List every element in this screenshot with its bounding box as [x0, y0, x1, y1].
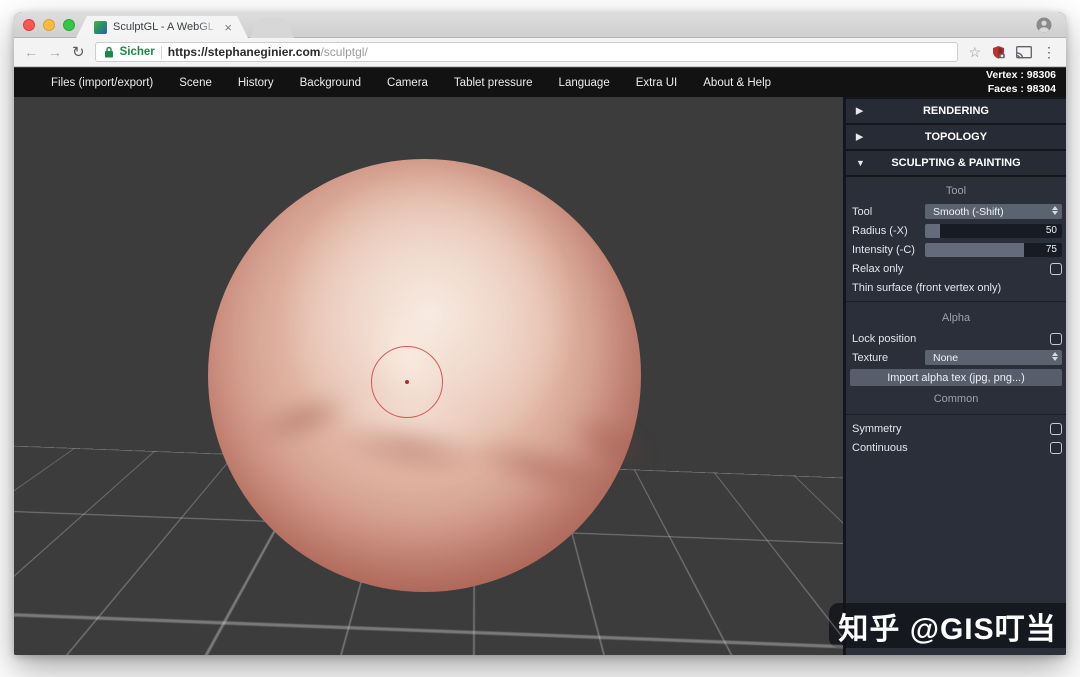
texture-label: Texture [852, 351, 889, 364]
symmetry-checkbox[interactable] [1050, 422, 1062, 435]
intensity-slider[interactable]: 75 [925, 242, 1062, 257]
continuous-row: Continuous [846, 438, 1066, 457]
sculptgl-favicon-icon [94, 21, 107, 34]
back-button[interactable]: ← [24, 45, 38, 59]
address-bar[interactable]: Sicher https://stephaneginier.com/sculpt… [94, 42, 959, 62]
relax-only-checkbox[interactable] [1050, 262, 1062, 275]
minimize-window-button[interactable] [43, 19, 55, 31]
stepper-icon [1052, 206, 1058, 215]
menu-tablet-pressure[interactable]: Tablet pressure [441, 77, 546, 89]
browser-tab[interactable]: SculptGL - A WebGL sculpting × [76, 16, 248, 38]
tab-title: SculptGL - A WebGL sculpting [113, 21, 214, 33]
cast-icon[interactable] [1016, 45, 1032, 59]
menu-extra-ui[interactable]: Extra UI [623, 77, 691, 89]
bookmark-star-icon[interactable]: ☆ [968, 45, 981, 59]
fullscreen-window-button[interactable] [63, 19, 75, 31]
forward-button[interactable]: → [48, 45, 62, 59]
titlebar: SculptGL - A WebGL sculpting × [14, 12, 1066, 38]
tool-row: Tool Smooth (-Shift) [846, 202, 1066, 221]
radius-row: Radius (-X) 50 [846, 221, 1066, 240]
lock-position-checkbox[interactable] [1050, 332, 1062, 345]
panel-topology[interactable]: ▶ TOPOLOGY [846, 125, 1066, 149]
menu-background[interactable]: Background [287, 77, 374, 89]
close-window-button[interactable] [23, 19, 35, 31]
continuous-label: Continuous [852, 441, 908, 454]
url-host: https://stephaneginier.com [167, 45, 321, 59]
panel-rendering[interactable]: ▶ RENDERING [846, 99, 1066, 123]
thin-surface-label: Thin surface (front vertex only) [852, 281, 1002, 294]
panel-rendering-label: RENDERING [922, 105, 989, 117]
omnibox-divider [160, 45, 162, 59]
new-tab-button[interactable] [250, 18, 294, 38]
faces-count: Faces : 98304 [987, 82, 1056, 95]
texture-row: Texture None [846, 348, 1066, 367]
common-section-header: Common [933, 392, 979, 405]
symmetry-row: Symmetry [846, 419, 1066, 438]
collapse-arrow-icon: ▶ [856, 105, 863, 116]
mesh-stats: Vertex : 98306 Faces : 98304 [986, 69, 1056, 96]
texture-select[interactable]: None [925, 350, 1062, 365]
vertex-count: Vertex : 98306 [985, 69, 1056, 81]
relax-only-row: Relax only [846, 259, 1066, 278]
stepper-icon [1052, 352, 1058, 361]
app-content: ▶ RENDERING ▶ TOPOLOGY ▼ SCULPTING & PAI… [14, 97, 1066, 655]
section-divider [846, 301, 1066, 302]
lock-position-row: Lock position [846, 329, 1066, 348]
tool-section-header: Tool [945, 184, 967, 197]
menu-language[interactable]: Language [546, 77, 623, 89]
collapse-arrow-icon: ▶ [856, 131, 863, 142]
url-text: https://stephaneginier.com/sculptgl/ [168, 45, 368, 59]
reload-button[interactable]: ↻ [72, 45, 85, 60]
radius-slider[interactable]: 50 [925, 223, 1062, 238]
menu-about-help[interactable]: About & Help [690, 77, 784, 89]
radius-label: Radius (-X) [852, 224, 908, 237]
browser-menu-icon[interactable]: ⋮ [1042, 44, 1056, 61]
tool-select-value: Smooth (-Shift) [933, 205, 1004, 218]
traffic-lights [23, 19, 75, 31]
intensity-slider-fill [925, 242, 1024, 257]
panel-topology-label: TOPOLOGY [924, 131, 988, 143]
app-menubar: Files (import/export) Scene History Back… [14, 68, 1066, 97]
section-divider [846, 414, 1066, 415]
radius-value: 50 [1045, 225, 1057, 236]
extension-shield-icon[interactable] [991, 45, 1006, 60]
menu-history[interactable]: History [225, 77, 287, 89]
intensity-label: Intensity (-C) [852, 243, 915, 256]
relax-only-label: Relax only [852, 262, 904, 275]
url-path: /sculptgl/ [320, 45, 368, 59]
profile-icon[interactable] [1036, 17, 1052, 33]
viewport-3d[interactable] [14, 97, 843, 655]
menu-scene[interactable]: Scene [166, 77, 225, 89]
intensity-value: 75 [1045, 244, 1057, 255]
menu-files[interactable]: Files (import/export) [38, 77, 166, 89]
expand-arrow-icon: ▼ [856, 158, 865, 168]
intensity-row: Intensity (-C) 75 [846, 240, 1066, 259]
symmetry-label: Symmetry [852, 422, 902, 435]
lock-position-label: Lock position [852, 332, 917, 345]
texture-select-value: None [933, 351, 959, 364]
sculptgl-app: Files (import/export) Scene History Back… [14, 68, 1066, 655]
browser-toolbar: ← → ↻ Sicher https://stephaneginier.com/… [14, 38, 1066, 67]
tool-label: Tool [852, 205, 873, 218]
alpha-section-header: Alpha [941, 311, 971, 324]
tool-select[interactable]: Smooth (-Shift) [925, 204, 1062, 219]
watermark: 知乎 @GIS叮当 [829, 603, 1066, 648]
panel-sculpting-painting[interactable]: ▼ SCULPTING & PAINTING [846, 151, 1066, 175]
secure-lock-icon [104, 46, 114, 58]
import-alpha-button[interactable]: Import alpha tex (jpg, png...) [850, 369, 1062, 386]
browser-window: SculptGL - A WebGL sculpting × ← → ↻ Sic… [14, 12, 1066, 655]
sculpting-panel-body: Tool Tool Smooth (-Shift) Radius (-X) 50… [846, 177, 1066, 655]
right-sidebar: ▶ RENDERING ▶ TOPOLOGY ▼ SCULPTING & PAI… [843, 97, 1066, 655]
brush-cursor-circle [371, 346, 443, 418]
panel-sculpting-label: SCULPTING & PAINTING [891, 157, 1021, 169]
secure-label: Sicher [119, 46, 155, 58]
menu-camera[interactable]: Camera [374, 77, 441, 89]
radius-slider-fill [925, 223, 941, 238]
tab-close-icon[interactable]: × [224, 21, 232, 34]
thin-surface-row: Thin surface (front vertex only) [846, 278, 1066, 297]
continuous-checkbox[interactable] [1050, 441, 1062, 454]
